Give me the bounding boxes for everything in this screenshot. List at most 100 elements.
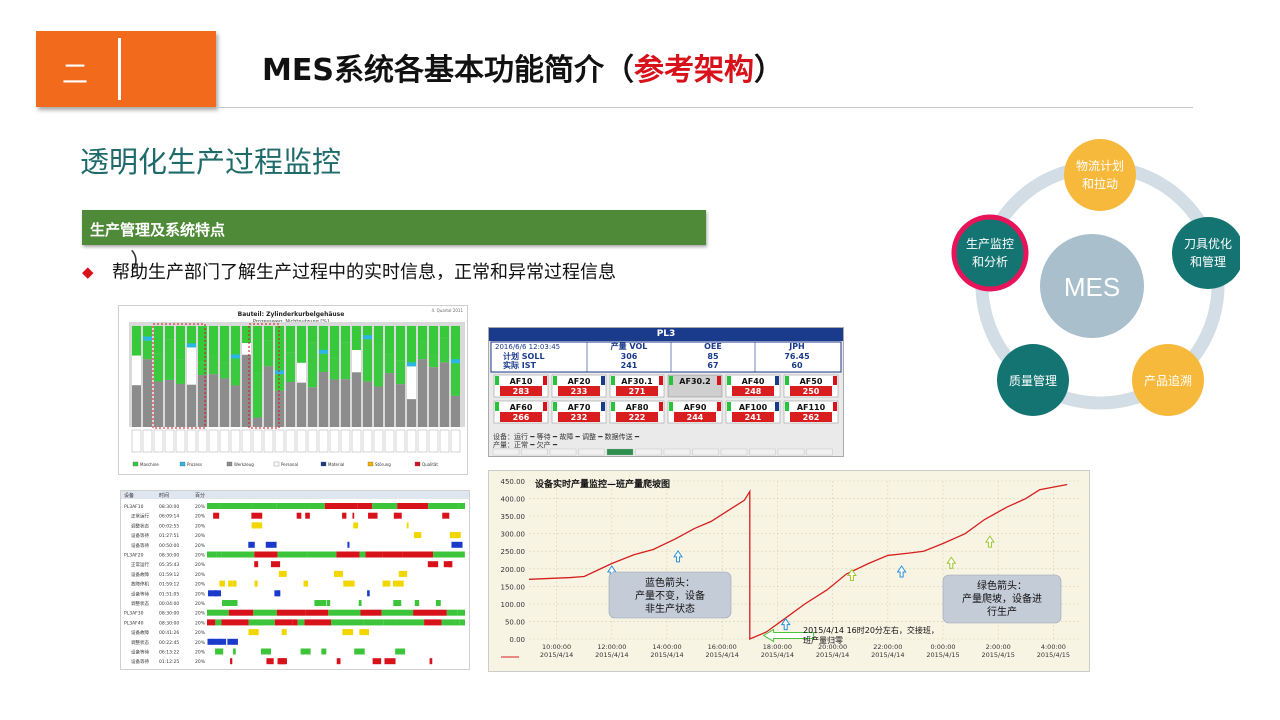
gantt-bar [274, 590, 281, 597]
x-tick-date: 2015/4/15 [1037, 651, 1070, 659]
svg-text:产量不变，设备: 产量不变，设备 [635, 589, 705, 602]
gantt-row-label: 调整状态 [131, 639, 149, 646]
stacked-tick-box [230, 429, 241, 453]
badge-divider [118, 38, 121, 100]
x-tick-label: 22:00:00 [873, 643, 902, 651]
stacked-tick-box [131, 429, 142, 453]
gantt-bar [441, 551, 465, 558]
gantt-bar [360, 609, 382, 616]
cycle-node-logistics: 物流计划 和拉动 [1064, 139, 1136, 211]
cycle-node-tools: 刀具优化 和管理 [1172, 217, 1240, 289]
gantt-bar [309, 503, 325, 509]
gantt-row-time: 08:30:00 [159, 620, 179, 626]
x-tick-label: 16:00:00 [708, 643, 737, 651]
stacked-bar-seg [231, 326, 240, 359]
gantt-row-label: PL3AF20 [124, 553, 144, 559]
stacked-tick-box [142, 429, 153, 453]
kpi-value: 67 [707, 361, 718, 370]
green-arrow-note: 绿色箭头：产量爬坡，设备进行生产 [942, 574, 1062, 624]
kpi-row-label: 计划 SOLL [503, 351, 545, 361]
gantt-bar [207, 551, 217, 558]
stacked-tick-box [395, 429, 406, 453]
gantt-bar [216, 551, 222, 558]
x-tick-label: 10:00:00 [542, 643, 571, 651]
y-tick-label: 450.00 [501, 478, 526, 486]
gantt-row-time: 08:30:00 [159, 553, 179, 559]
stacked-bar-seg [220, 362, 229, 379]
production-ramp-chart: 0.00 50.00 100.00 150.00 200.00 250.00 300.00 3… [501, 478, 1081, 659]
x-tick-date: 2015/4/15 [926, 651, 959, 659]
kpi-value: 306 [621, 352, 638, 361]
station-status-led [833, 402, 837, 411]
gantt-bar [220, 503, 253, 509]
gantt-bar [254, 580, 258, 587]
stacked-bar-seg [198, 362, 207, 375]
pl3-tab [521, 448, 548, 456]
stacked-bar-seg [418, 359, 427, 427]
stacked-bar-seg [407, 326, 416, 367]
cycle-node-traceability: 产品追溯 [1132, 344, 1204, 416]
x-tick-date: 2015/4/14 [761, 651, 794, 659]
station-status-led [553, 402, 557, 411]
station-status-led [611, 402, 615, 411]
station-name: AF10 [510, 377, 533, 386]
stacked-bar-seg [220, 378, 229, 427]
blue-arrow-note: 蓝色箭头：产量不变，设备非生产状态 [608, 571, 732, 619]
gantt-bar [372, 503, 398, 509]
pl3-tab [806, 448, 833, 456]
svg-text:刀具优化: 刀具优化 [1184, 237, 1232, 251]
gantt-row-time: 01:51:05 [159, 591, 179, 597]
svg-text:产品追溯: 产品追溯 [1144, 373, 1192, 388]
stacked-bar-seg [132, 355, 141, 386]
stacked-tick-box [450, 429, 461, 453]
station-status-led [717, 402, 721, 411]
legend-label: Werkzeug [234, 462, 254, 467]
station-status-led [601, 402, 605, 411]
pl3-datetime: 2016/6/6 12:03:45 [495, 343, 560, 351]
stacked-bar-seg [286, 352, 295, 383]
gantt-bar [254, 551, 278, 558]
gantt-bar [457, 609, 465, 616]
station-status-led [611, 376, 615, 385]
legend-label: Personal [281, 462, 298, 467]
gantt-bar [352, 512, 355, 519]
x-tick-date: 2015/4/14 [816, 651, 849, 659]
gantt-row-time: 00:02:55 [159, 523, 179, 529]
station-name: AF20 [568, 377, 591, 386]
stacked-bar-seg [363, 335, 372, 340]
gantt-bar [354, 648, 365, 655]
legend-swatch [414, 461, 421, 467]
gantt-bar [367, 590, 370, 597]
stacked-bar-seg [451, 395, 460, 427]
stacked-bar-seg [154, 326, 163, 354]
stacked-bar-seg [297, 326, 306, 363]
svg-text:生产监控: 生产监控 [966, 237, 1014, 251]
legend-swatch [226, 461, 233, 467]
pl3-tab [663, 448, 691, 456]
stacked-bar-seg [440, 326, 449, 338]
bullet-diamond-icon: ◆ [82, 263, 94, 281]
gantt-bar [230, 658, 233, 665]
stacked-bar-seg [143, 340, 152, 360]
x-tick-date: 2015/4/14 [595, 651, 628, 659]
gantt-bar [277, 658, 287, 665]
gantt-row-label: 设备故障 [131, 629, 149, 636]
stacked-bar-seg [352, 326, 361, 351]
gantt-bar [393, 600, 402, 606]
pl3-tab [777, 448, 805, 456]
pl3-legend: 设备：运行 ━ 等待 ━ 故障 ━ 调整 ━ 数据传送 ━ [493, 432, 640, 441]
stacked-tick-box [428, 429, 439, 453]
x-tick-date: 2015/4/14 [706, 651, 739, 659]
gantt-row-time: 08:30:00 [159, 504, 179, 510]
gantt-bar [429, 658, 433, 665]
gantt-bar [343, 580, 355, 587]
gantt-bar [207, 609, 229, 616]
svg-text:产量爬坡，设备进: 产量爬坡，设备进 [962, 592, 1042, 605]
gantt-bar [413, 609, 447, 616]
cycle-node-quality: 质量管理 [997, 344, 1069, 416]
stacked-bar-seg [341, 379, 350, 427]
stacked-bar-seg [418, 341, 427, 360]
gantt-bar [252, 503, 277, 509]
gantt-bar [297, 619, 305, 626]
gantt-bar [281, 629, 287, 636]
